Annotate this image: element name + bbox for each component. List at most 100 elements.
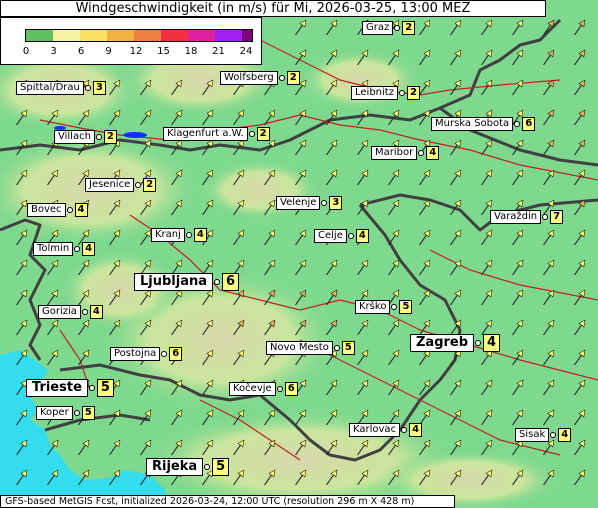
legend-swatch [188,30,215,41]
wind-speed-value: 4 [426,146,440,160]
wind-speed-value: 2 [256,127,270,141]
city-label-trieste: Trieste 5 [26,379,114,397]
wind-speed-value: 3 [92,81,106,95]
wind-speed-value: 4 [483,334,501,352]
city-label-murska: Murska Sobota 6 [431,117,536,131]
city-marker [347,233,354,239]
legend-swatch [161,30,188,41]
city-label-maribor: Maribor 4 [371,146,440,160]
city-label-leibnitz: Leibnitz 2 [351,86,420,100]
city-label-novomesto: Novo Mesto 5 [266,341,355,355]
city-marker [475,340,482,346]
city-marker [135,182,142,188]
wind-speed-value: 2 [406,86,420,100]
city-marker [73,410,80,416]
legend-swatch [134,30,161,41]
city-name: Klagenfurt a.W. [163,127,248,141]
legend-colorbar [25,29,253,42]
wind-speed-value: 6 [169,347,183,361]
city-marker [401,427,408,433]
city-marker [74,246,81,252]
legend-swatch [107,30,134,41]
city-marker [248,131,255,137]
city-name: Leibnitz [351,86,398,100]
city-name: Krško [355,300,391,314]
city-marker [398,90,405,96]
city-label-rijeka: Rijeka 5 [146,458,230,476]
city-name: Sisak [515,428,550,442]
legend-ticks: 0 3 6 9 12 15 18 21 24 [1,46,263,60]
city-marker [391,304,398,310]
city-name: Zagreb [410,334,475,352]
city-marker [185,232,192,238]
legend-swatch [80,30,107,41]
city-name: Tolmin [33,242,74,256]
city-marker [84,85,91,91]
city-name: Karlovac [349,423,401,437]
city-label-varazdin: Varaždin 7 [490,210,564,224]
city-marker [394,25,401,31]
wind-speed-value: 5 [81,406,95,420]
city-label-bovec: Bovec 4 [27,203,88,217]
city-marker [550,432,557,438]
wind-speed-value: 4 [82,242,96,256]
city-marker [333,345,340,351]
legend-tick: 21 [212,46,225,57]
city-name: Kočevje [229,382,276,396]
city-label-tolmin: Tolmin 4 [33,242,96,256]
legend-tick: 24 [239,46,253,57]
city-name: Trieste [26,379,88,397]
city-label-gorizia: Gorizia 4 [38,305,103,319]
city-name: Ljubljana [134,273,214,291]
legend-swatch [215,30,242,41]
wind-speed-value: 2 [286,71,300,85]
city-marker [66,207,73,213]
legend-tick: 9 [105,46,112,57]
city-label-graz: Graz 2 [362,21,416,35]
wind-speed-value: 4 [74,203,88,217]
city-marker [418,150,425,156]
wind-speed-value: 5 [212,458,230,476]
city-label-sisak: Sisak 4 [515,428,572,442]
city-name: Koper [36,406,73,420]
city-name: Spittal/Drau [16,81,84,95]
city-label-zagreb: Zagreb 4 [410,334,501,352]
wind-speed-value: 6 [222,273,240,291]
legend-tick: 6 [77,46,85,57]
legend-tick: 15 [157,46,170,57]
legend-swatch [53,30,80,41]
wind-speed-value: 4 [193,228,207,242]
wind-speed-value: 4 [558,428,572,442]
city-label-spittal: Spittal/Drau 3 [16,81,106,95]
wind-speed-value: 7 [550,210,564,224]
city-name: Rijeka [146,458,204,476]
city-label-kranj: Kranj 4 [151,228,207,242]
legend-swatch [26,30,53,41]
city-label-villach: Villach 2 [54,130,117,144]
city-marker [161,351,168,357]
city-marker [88,385,95,391]
city-name: Novo Mesto [266,341,333,355]
legend-tick: 18 [184,46,198,57]
city-label-celje: Celje 4 [314,229,369,243]
city-label-karlovac: Karlovac 4 [349,423,423,437]
legend-tick: 0 [22,46,30,57]
city-marker [514,121,521,127]
city-marker [81,309,88,315]
city-label-krsko: Krško 5 [355,300,413,314]
wind-speed-value: 4 [89,305,103,319]
wind-speed-value: 2 [103,130,117,144]
city-label-jesenice: Jesenice 2 [85,178,157,192]
wind-speed-value: 6 [522,117,536,131]
city-marker [204,464,211,470]
city-marker [95,134,102,140]
city-name: Maribor [371,146,418,160]
city-label-postojna: Postojna 6 [110,347,183,361]
wind-speed-value: 2 [143,178,157,192]
city-name: Graz [362,21,394,35]
wind-speed-value: 4 [409,423,423,437]
city-marker [214,279,221,285]
city-name: Velenje [276,196,321,210]
city-marker [542,214,549,220]
wind-speed-value: 2 [402,21,416,35]
